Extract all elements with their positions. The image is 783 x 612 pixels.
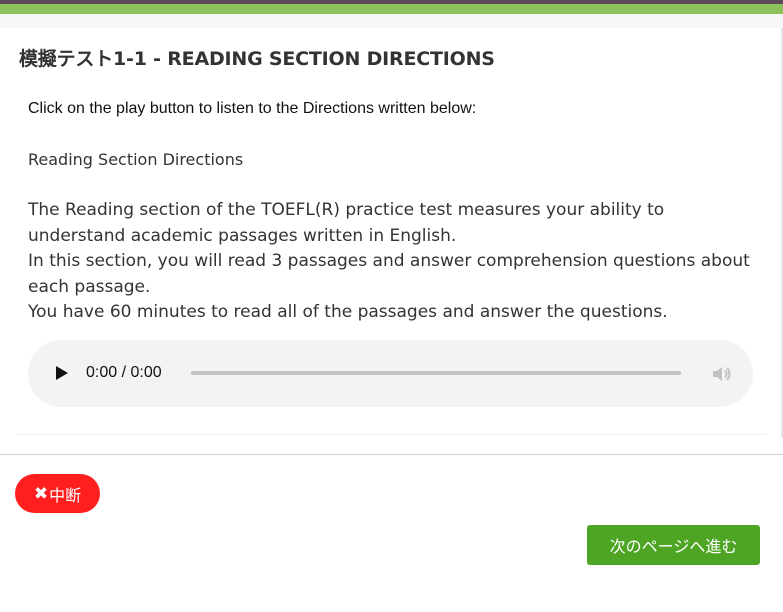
header-gutter (0, 14, 783, 28)
directions-line: In this section, you will read 3 passage… (28, 251, 750, 271)
card-divider (16, 434, 766, 435)
abort-button[interactable]: ✖ 中断 (15, 474, 100, 513)
next-page-button[interactable]: 次のページへ進む (587, 525, 760, 565)
footer-divider (0, 454, 783, 455)
next-page-label: 次のページへ進む (609, 537, 738, 556)
directions-line: understand academic passages written in … (28, 225, 457, 246)
abort-label: 中断 (49, 485, 82, 505)
audio-time-display: 0:00 / 0:00 (86, 364, 162, 381)
directions-line: The Reading section of the TOEFL(R) prac… (28, 200, 665, 220)
volume-icon[interactable] (711, 364, 733, 384)
directions-paragraph: The Reading section of the TOEFL(R) prac… (28, 198, 768, 326)
audio-progress-track[interactable] (191, 371, 681, 375)
top-accent-bar (0, 4, 783, 14)
close-icon: ✖ (33, 483, 49, 504)
directions-line: each passage. (28, 276, 151, 297)
play-icon[interactable] (56, 366, 68, 380)
audio-player: 0:00 / 0:00 (28, 340, 753, 407)
play-instruction: Click on the play button to listen to th… (28, 100, 477, 117)
directions-line: You have 60 minutes to read all of the p… (28, 302, 668, 322)
section-heading: Reading Section Directions (28, 150, 244, 169)
page-title: 模擬テスト1-1 - READING SECTION DIRECTIONS (19, 48, 495, 70)
